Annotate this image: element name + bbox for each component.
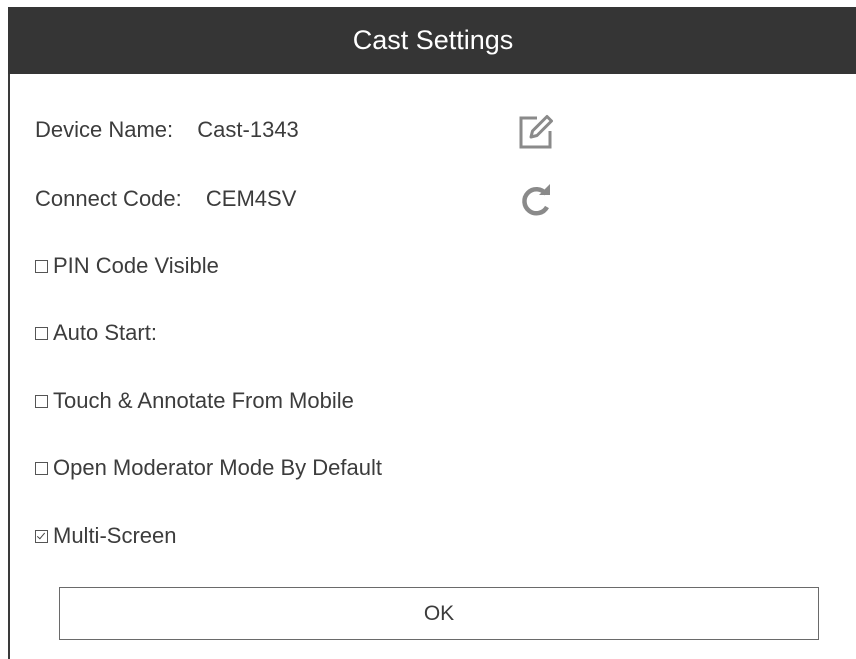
auto-start-checkbox[interactable] [35,326,48,340]
dialog-title: Cast Settings [352,25,514,55]
connect-code-label: Connect Code: [35,186,182,211]
refresh-connect-code-button[interactable] [515,180,557,222]
option-label: PIN Code Visible [53,253,219,278]
option-label: Open Moderator Mode By Default [53,455,382,480]
option-pin-code-visible[interactable]: PIN Code Visible [35,253,219,279]
connect-code-row: Connect Code: CEM4SV [35,186,296,212]
device-name-value: Cast-1343 [197,117,299,142]
device-name-row: Device Name: Cast-1343 [35,117,299,143]
device-name-label: Device Name: [35,117,174,142]
option-multi-screen[interactable]: Multi-Screen [35,523,176,549]
touch-annotate-checkbox[interactable] [35,394,48,408]
option-label: Auto Start: [53,320,157,345]
dialog-title-bar: Cast Settings [8,7,856,74]
option-auto-start[interactable]: Auto Start: [35,320,157,346]
ok-button[interactable]: OK [59,587,819,640]
cast-settings-dialog: Cast Settings Device Name: Cast-1343 Con… [8,7,856,659]
edit-device-name-button[interactable] [515,111,557,153]
refresh-icon [522,184,550,216]
edit-icon [519,115,553,149]
option-moderator-mode[interactable]: Open Moderator Mode By Default [35,455,382,481]
option-label: Multi-Screen [53,523,177,548]
moderator-mode-checkbox[interactable] [35,461,48,475]
option-touch-annotate[interactable]: Touch & Annotate From Mobile [35,388,354,414]
option-label: Touch & Annotate From Mobile [53,388,354,413]
multi-screen-checkbox[interactable] [35,529,48,543]
connect-code-value: CEM4SV [205,186,297,211]
pin-code-visible-checkbox[interactable] [35,259,48,273]
